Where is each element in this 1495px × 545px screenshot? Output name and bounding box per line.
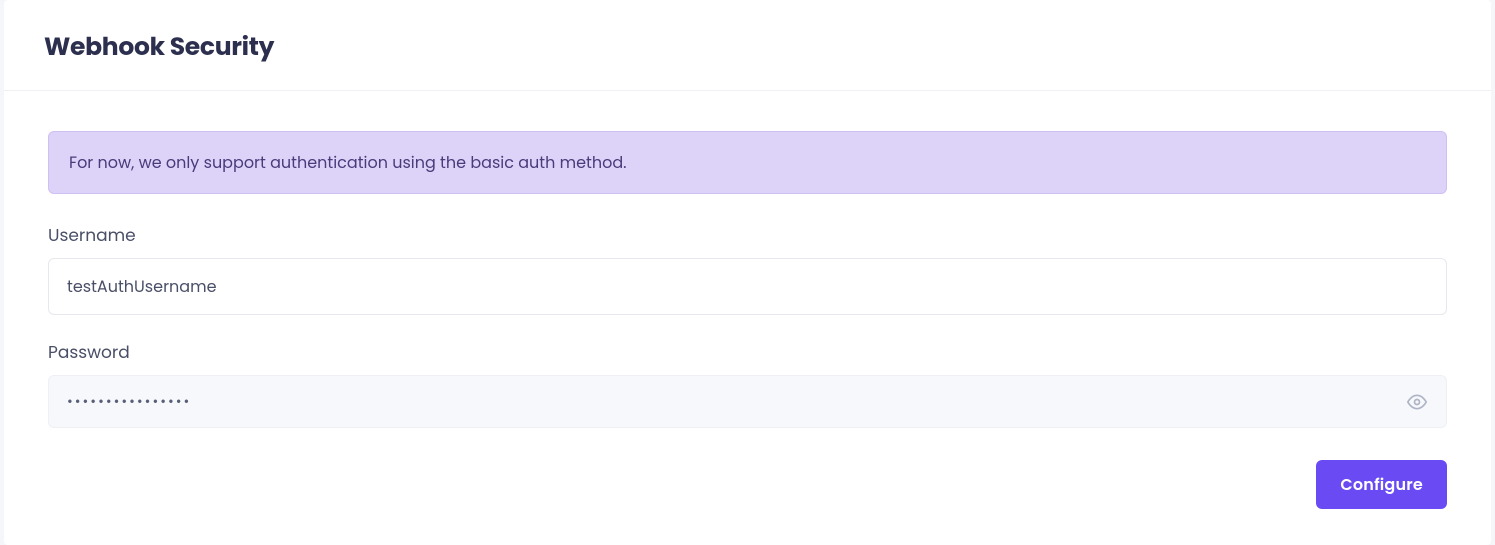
configure-button[interactable]: Configure <box>1316 460 1447 509</box>
password-input[interactable] <box>48 375 1447 428</box>
card-header: Webhook Security <box>4 0 1491 91</box>
password-label: Password <box>48 339 1447 365</box>
username-label: Username <box>48 222 1447 248</box>
toggle-password-visibility-button[interactable] <box>1403 388 1431 416</box>
card-body: For now, we only support authentication … <box>4 91 1491 545</box>
password-input-wrapper <box>48 375 1447 428</box>
username-input[interactable] <box>48 258 1447 315</box>
password-group: Password <box>48 339 1447 428</box>
username-group: Username <box>48 222 1447 315</box>
info-banner: For now, we only support authentication … <box>48 131 1447 194</box>
webhook-security-card: Webhook Security For now, we only suppor… <box>4 0 1491 545</box>
page-title: Webhook Security <box>44 28 1451 66</box>
card-footer: Configure <box>48 452 1447 509</box>
eye-icon <box>1407 392 1427 412</box>
